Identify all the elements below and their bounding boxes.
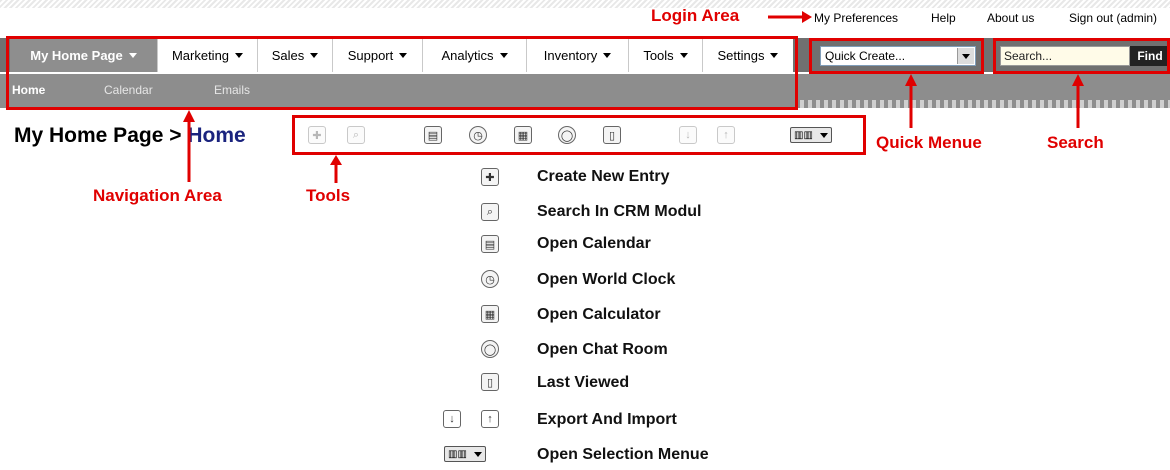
legend-search-crm: Search In CRM Modul <box>537 203 702 220</box>
my-preferences-link[interactable]: My Preferences <box>814 11 898 25</box>
legend-export-import: Export And Import <box>537 411 677 428</box>
quick-menu-box <box>809 38 984 74</box>
legend-plus-icon: ✚ <box>481 168 499 186</box>
help-link[interactable]: Help <box>931 11 956 25</box>
plus-icon[interactable]: ✚ <box>308 126 326 144</box>
calendar-icon[interactable]: ▤ <box>424 126 442 144</box>
about-us-link[interactable]: About us <box>987 11 1034 25</box>
page-title: My Home Page > Home <box>14 124 246 148</box>
legend-calendar-icon: ▤ <box>481 235 499 253</box>
list-icon: ▥▥ <box>794 129 813 141</box>
calculator-icon[interactable]: ▦ <box>514 126 532 144</box>
legend-import-icon: ↑ <box>481 410 499 428</box>
export-icon[interactable]: ↓ <box>679 126 697 144</box>
legend-chat-room: Open Chat Room <box>537 341 668 358</box>
title-current: Home <box>187 124 246 147</box>
legend-calculator: Open Calculator <box>537 306 661 323</box>
legend-create-new-entry: Create New Entry <box>537 168 670 185</box>
chevron-down-icon <box>820 132 828 138</box>
navigation-area-arrow <box>183 110 195 182</box>
clock-icon[interactable]: ◷ <box>469 126 487 144</box>
sign-out-link[interactable]: Sign out (admin) <box>1069 11 1157 25</box>
navigation-area-label: Navigation Area <box>93 186 222 205</box>
legend-world-clock: Open World Clock <box>537 271 676 288</box>
magnifier-icon[interactable]: ⌕ <box>347 126 365 144</box>
legend-magnifier-icon: ⌕ <box>481 203 499 221</box>
search-arrow <box>1072 74 1084 128</box>
legend-selection-menu-icon: ▥▥ <box>444 446 486 462</box>
tools-label: Tools <box>306 186 351 205</box>
search-label: Search <box>1047 133 1104 152</box>
legend-last-viewed-icon: ▯ <box>481 373 499 391</box>
legend-calculator-icon: ▦ <box>481 305 499 323</box>
tools-box <box>292 115 866 155</box>
search-box <box>993 38 1170 74</box>
legend-last-viewed: Last Viewed <box>537 374 630 391</box>
legend-chat-icon: ◯ <box>481 340 499 358</box>
chat-icon[interactable]: ◯ <box>558 126 576 144</box>
tools-arrow <box>330 155 342 183</box>
navigation-area-box <box>6 36 798 110</box>
last-viewed-icon[interactable]: ▯ <box>603 126 621 144</box>
title-separator: > <box>169 124 182 147</box>
quick-menu-arrow <box>905 74 917 128</box>
legend-open-calendar: Open Calendar <box>537 235 651 252</box>
legend-export-icon: ↓ <box>443 410 461 428</box>
login-area-label: Login Area <box>651 6 740 25</box>
legend-selection-menu: Open Selection Menue <box>537 446 709 463</box>
quick-menu-label: Quick Menue <box>876 133 982 152</box>
login-area-arrow <box>768 11 812 23</box>
sub-nav-dots <box>800 100 1170 108</box>
top-stripe <box>0 0 1170 8</box>
legend-clock-icon: ◷ <box>481 270 499 288</box>
selection-menu-button[interactable]: ▥▥ <box>790 127 832 143</box>
import-icon[interactable]: ↑ <box>717 126 735 144</box>
title-prefix: My Home Page <box>14 124 164 147</box>
